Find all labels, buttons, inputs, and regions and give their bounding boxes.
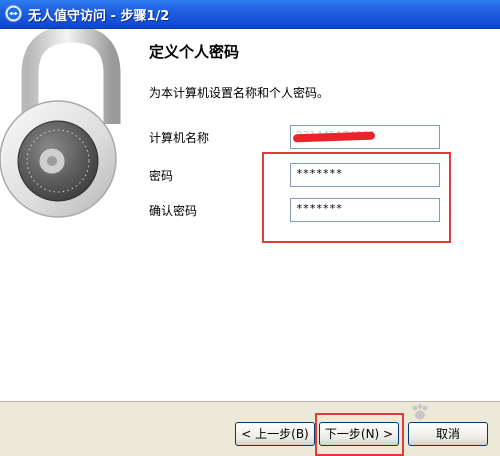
padlock-icon (0, 25, 121, 218)
confirm-password-label: 确认密码 (149, 204, 198, 218)
illustration-panel (0, 25, 128, 401)
wizard-window: 无人值守访问 - 步骤1/2 定义个人密码 为本计算机设置名称和个人密码。 计算… (0, 0, 500, 456)
cancel-button[interactable]: 取消 (408, 422, 488, 446)
page-heading: 定义个人密码 (149, 43, 240, 61)
teamviewer-icon (5, 5, 22, 22)
computer-name-label: 计算机名称 (149, 131, 210, 145)
password-highlight-box (262, 152, 451, 243)
page-description: 为本计算机设置名称和个人密码。 (149, 86, 330, 100)
back-button[interactable]: < 上一步(B) (235, 422, 315, 446)
window-title: 无人值守访问 - 步骤1/2 (28, 9, 170, 24)
title-bar[interactable]: 无人值守访问 - 步骤1/2 (0, 0, 500, 29)
password-label: 密码 (149, 169, 174, 183)
next-highlight-box (315, 413, 404, 456)
